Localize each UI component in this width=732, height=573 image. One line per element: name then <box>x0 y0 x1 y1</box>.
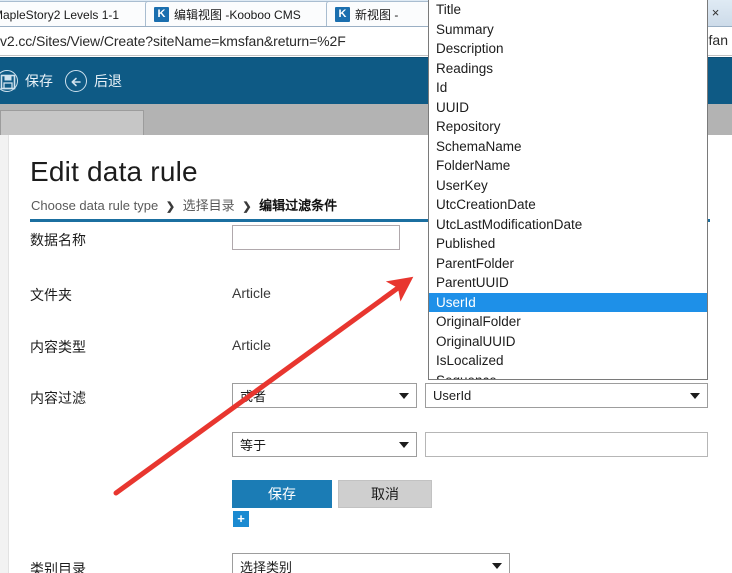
category-value: 选择类别 <box>240 559 293 573</box>
dropdown-option[interactable]: Description <box>429 39 707 59</box>
breadcrumb-step-2[interactable]: 选择目录 <box>183 198 235 213</box>
dropdown-option-selected[interactable]: UserId <box>429 292 707 312</box>
dropdown-option[interactable]: UserKey <box>429 176 707 196</box>
browser-tab-1[interactable]: MapleStory2 Levels 1-1 × <box>0 1 164 26</box>
chevron-down-icon-category <box>492 563 502 569</box>
filter-field-dropdown-list[interactable]: Title Summary Description Readings Id UU… <box>428 0 708 380</box>
breadcrumb: Choose data rule type ❯ 选择目录 ❯ 编辑过滤条件 <box>31 195 337 214</box>
data-name-input[interactable] <box>232 225 400 250</box>
category-select[interactable]: 选择类别 <box>232 553 510 573</box>
dropdown-option[interactable]: IsLocalized <box>429 351 707 371</box>
filter-operator-select[interactable]: 等于 <box>232 432 417 457</box>
dropdown-option[interactable]: FolderName <box>429 156 707 176</box>
filter-logic-value: 或者 <box>240 389 267 404</box>
dropdown-option[interactable]: Id <box>429 78 707 98</box>
value-content-type: Article <box>232 337 271 353</box>
cancel-button-label: 取消 <box>371 486 399 502</box>
filter-field-value: UserId <box>433 388 472 403</box>
browser-window: MapleStory2 Levels 1-1 × K 编辑视图 -Kooboo … <box>0 0 732 573</box>
breadcrumb-step-3-current: 编辑过滤条件 <box>259 198 338 213</box>
save-disk-icon <box>0 70 18 92</box>
label-category: 类别目录 <box>30 561 86 573</box>
dropdown-option[interactable]: Summary <box>429 20 707 40</box>
browser-tab-2[interactable]: K 编辑视图 -Kooboo CMS × <box>145 1 345 26</box>
toolbar-back-button[interactable]: 后退 <box>65 70 122 92</box>
toolbar-save-label: 保存 <box>25 73 53 89</box>
dropdown-option[interactable]: UUID <box>429 98 707 118</box>
dropdown-option[interactable]: Published <box>429 234 707 254</box>
save-button-label: 保存 <box>268 486 296 502</box>
dropdown-option[interactable]: ParentFolder <box>429 254 707 274</box>
label-data-name: 数据名称 <box>30 232 86 248</box>
filter-field-select[interactable]: UserId <box>425 383 708 408</box>
label-folder: 文件夹 <box>30 287 72 303</box>
left-rail <box>0 135 9 573</box>
kooboo-favicon-icon: K <box>154 7 169 22</box>
dropdown-option[interactable]: UtcCreationDate <box>429 195 707 215</box>
dropdown-option[interactable]: UtcLastModificationDate <box>429 215 707 235</box>
dropdown-option[interactable]: Sequence <box>429 371 707 380</box>
dropdown-option[interactable]: SchemaName <box>429 137 707 157</box>
filter-logic-select[interactable]: 或者 <box>232 383 417 408</box>
page-title: Edit data rule <box>30 156 198 187</box>
secondary-nav-tab[interactable] <box>0 110 144 135</box>
cancel-button[interactable]: 取消 <box>338 480 432 508</box>
breadcrumb-separator-1: ❯ <box>165 201 176 213</box>
filter-value-input[interactable] <box>425 432 708 457</box>
dropdown-option[interactable]: OriginalUUID <box>429 332 707 352</box>
label-content-type: 内容类型 <box>30 339 86 355</box>
browser-tab-2-title: 编辑视图 -Kooboo CMS <box>174 8 301 22</box>
value-folder: Article <box>232 285 271 301</box>
address-bar-url-tail: fan <box>708 32 728 48</box>
dropdown-option[interactable]: Title <box>429 0 707 20</box>
browser-tab-1-title: MapleStory2 Levels 1-1 <box>0 7 120 22</box>
kooboo-favicon-icon-2: K <box>335 7 350 22</box>
add-filter-button[interactable]: + <box>233 511 249 527</box>
dropdown-option[interactable]: OriginalFolder <box>429 312 707 332</box>
arrow-left-icon <box>65 70 87 92</box>
toolbar-back-label: 后退 <box>94 73 122 89</box>
breadcrumb-separator-2: ❯ <box>242 201 252 213</box>
breadcrumb-step-1[interactable]: Choose data rule type <box>31 198 158 213</box>
toolbar-save-button[interactable]: 保存 <box>0 70 53 92</box>
dropdown-option[interactable]: Readings <box>429 59 707 79</box>
chevron-down-icon-logic <box>399 393 409 399</box>
dropdown-option[interactable]: Repository <box>429 117 707 137</box>
chevron-down-icon-operator <box>399 442 409 448</box>
label-content-filter: 内容过滤 <box>30 390 86 406</box>
filter-operator-value: 等于 <box>240 438 267 453</box>
address-bar-url: v2.cc/Sites/View/Create?siteName=kmsfan&… <box>0 33 346 49</box>
dropdown-option[interactable]: ParentUUID <box>429 273 707 293</box>
save-button[interactable]: 保存 <box>232 480 332 508</box>
chevron-down-icon-field <box>690 393 700 399</box>
